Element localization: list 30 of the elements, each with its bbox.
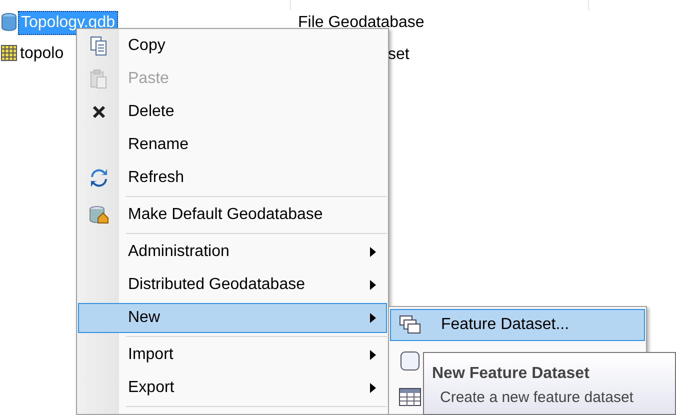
clipboard-icon <box>90 69 108 89</box>
submenu-arrow-icon <box>370 280 376 290</box>
rounded-square-icon <box>400 351 420 371</box>
menu-item[interactable]: Distributed Geodatabase <box>78 270 387 300</box>
menu-item[interactable]: Administration <box>78 237 387 267</box>
menu-item[interactable]: Make Default Geodatabase <box>78 200 387 230</box>
submenu-arrow-icon <box>370 350 376 360</box>
tree-item[interactable]: topolo <box>18 43 66 65</box>
menu-item[interactable]: Delete <box>78 97 387 127</box>
type-cell-text: File Geodatabase <box>298 13 424 33</box>
menu-item[interactable]: New <box>78 303 387 333</box>
grid-icon <box>1 45 17 61</box>
stacked-squares-icon <box>399 315 421 335</box>
menu-item[interactable]: Refresh <box>78 163 387 193</box>
copy-icon <box>90 36 108 56</box>
tooltip-text: Create a new feature dataset <box>439 389 634 407</box>
refresh-icon <box>90 169 108 187</box>
menu-item[interactable]: Export <box>78 373 387 403</box>
type-cell-text: set <box>388 45 410 65</box>
menu-item[interactable]: Rename <box>78 130 387 160</box>
submenu-arrow-icon <box>370 247 376 257</box>
tooltip-title: New Feature Dataset <box>432 364 590 384</box>
submenu-arrow-icon <box>370 383 376 393</box>
database-icon <box>1 13 17 31</box>
menu-item[interactable]: Feature Dataset... <box>390 309 645 341</box>
database-home-icon <box>89 206 109 224</box>
submenu-arrow-icon <box>370 313 376 323</box>
table-icon <box>399 388 421 406</box>
delete-icon <box>92 105 106 119</box>
menu-item[interactable]: Import <box>78 340 387 370</box>
